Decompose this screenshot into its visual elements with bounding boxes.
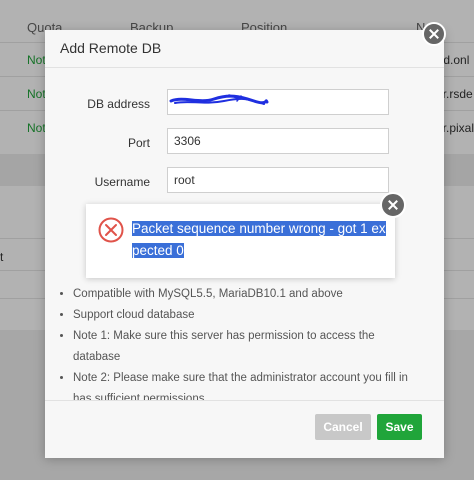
dialog-header: Add Remote DB <box>45 30 444 68</box>
port-label: Port <box>127 136 150 150</box>
error-message: Packet sequence number wrong - got 1 ex … <box>132 218 387 262</box>
note-item: Support cloud database <box>73 305 425 326</box>
save-button[interactable]: Save <box>377 414 422 440</box>
error-message-line: pected 0 <box>132 243 184 258</box>
redaction-scribble <box>169 94 269 105</box>
close-icon[interactable] <box>422 22 446 46</box>
dialog-title: Add Remote DB <box>60 40 162 56</box>
port-input[interactable] <box>167 128 389 154</box>
cancel-button[interactable]: Cancel <box>315 414 371 440</box>
username-input[interactable] <box>167 167 389 193</box>
error-message-line: Packet sequence number wrong - got 1 ex <box>132 221 386 236</box>
db-address-label: DB address <box>87 97 150 111</box>
note-item: Note 1: Make sure this server has permis… <box>73 326 425 368</box>
error-icon <box>98 217 124 243</box>
username-label: Username <box>94 175 150 189</box>
notes-list: Compatible with MySQL5.5, MariaDB10.1 an… <box>60 284 425 410</box>
note-item: Compatible with MySQL5.5, MariaDB10.1 an… <box>73 284 425 305</box>
close-icon[interactable] <box>380 192 406 218</box>
